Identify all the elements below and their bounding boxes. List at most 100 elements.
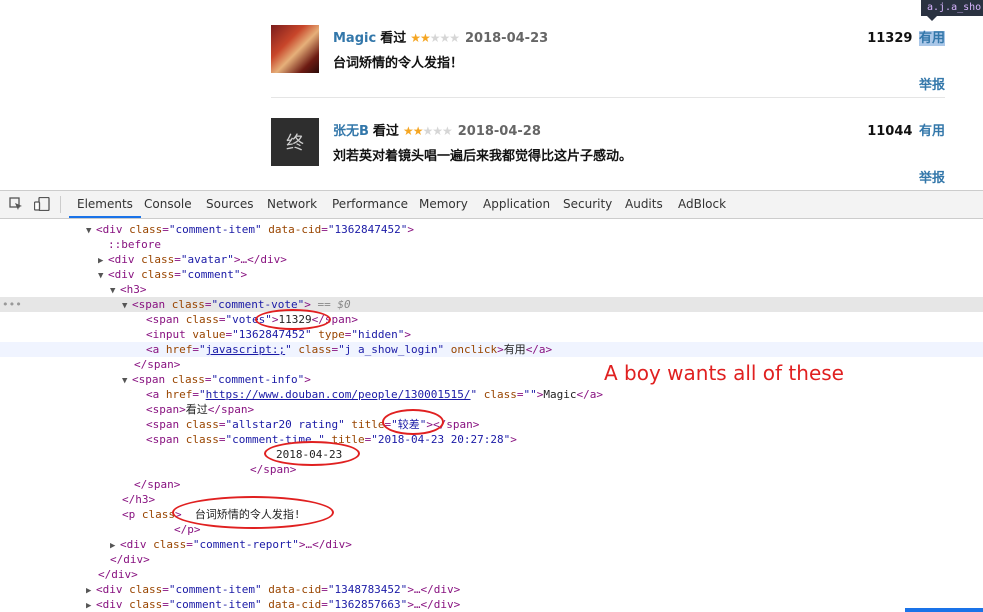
more-options-icon[interactable]: ••• xyxy=(2,297,22,312)
comment-user-link[interactable]: 张无B xyxy=(333,124,369,139)
attr-value: "comment-item" xyxy=(168,583,262,596)
avatar[interactable]: 终 xyxy=(271,118,319,166)
dom-node-a-show-login[interactable]: <a href="javascript:;" class="j a_show_l… xyxy=(0,342,983,357)
status-indicator-bar xyxy=(905,608,983,612)
pseudo-element: ::before xyxy=(108,238,161,251)
dom-node-votes[interactable]: <span class="votes">11329</span> xyxy=(0,312,983,327)
stars-filled: ★★ xyxy=(402,124,423,138)
tag-end: </div> xyxy=(110,553,150,566)
dom-node-h3[interactable]: ▼ <h3> xyxy=(0,282,983,297)
expand-triangle-icon[interactable]: ▶ xyxy=(86,599,96,612)
attr-value: "" xyxy=(523,388,537,401)
comment-info: Magic 看过 ★★★★★ 2018-04-23 xyxy=(333,27,548,46)
tab-performance[interactable]: Performance xyxy=(332,191,408,218)
comment-vote: 11044 有用 xyxy=(867,120,945,139)
dom-tree[interactable]: ▼ <div class="comment-item" data-cid="136… xyxy=(0,219,983,612)
tag-open: <div xyxy=(96,223,123,236)
attr-value: "1362847452" xyxy=(327,223,408,236)
report-link[interactable]: 举报 xyxy=(919,74,945,93)
annotation-circle-time xyxy=(264,441,360,466)
avatar-glyph: 终 xyxy=(286,133,304,154)
attr-value: "2018-04-23 20:27:28" xyxy=(371,433,511,446)
useful-button[interactable]: 有用 xyxy=(918,31,945,46)
inspect-element-icon[interactable] xyxy=(9,197,23,215)
tab-console[interactable]: Console xyxy=(144,191,192,218)
dom-node-p[interactable]: <p class> 台词矫情的令人发指! xyxy=(0,507,983,522)
tag-end: </h3> xyxy=(122,493,156,506)
dom-node-rating[interactable]: <span class="allstar20 rating" title="较差… xyxy=(0,417,983,432)
dom-node-user-link[interactable]: <a href="https://www.douban.com/people/1… xyxy=(0,387,983,402)
attr-value: "1362857663" xyxy=(327,598,408,611)
comment-time: 2018-04-23 xyxy=(465,31,549,46)
dom-node-seen-span[interactable]: <span>看过</span> xyxy=(0,402,983,417)
attr-value: "avatar" xyxy=(180,253,234,266)
href-link[interactable]: javascript:; xyxy=(206,343,285,356)
device-toolbar-icon[interactable] xyxy=(33,196,50,215)
watched-label: 看过 xyxy=(372,124,399,139)
tab-application[interactable]: Application xyxy=(483,191,550,218)
dom-node-close: </div> xyxy=(0,552,983,567)
tab-security[interactable]: Security xyxy=(563,191,612,218)
text-node: 有用 xyxy=(503,343,526,356)
attr-value: "hidden" xyxy=(351,328,405,341)
attr-name: data-cid xyxy=(268,223,322,236)
report-link[interactable]: 举报 xyxy=(919,167,945,186)
attr-value: "1362847452" xyxy=(232,328,312,341)
stars-empty: ★★★ xyxy=(422,124,452,138)
comment-info: 张无B 看过 ★★★★★ 2018-04-28 xyxy=(333,120,541,139)
tag-open: <h3> xyxy=(120,283,147,296)
tag-collapsed: >…</div> xyxy=(298,538,352,551)
tag-end: </span> xyxy=(134,358,181,371)
tab-elements[interactable]: Elements xyxy=(69,191,141,218)
tag-end: </span> xyxy=(250,463,297,476)
dom-node-input[interactable]: <input value="1362847452" type="hidden"> xyxy=(0,327,983,342)
attr-value: "comment-info" xyxy=(211,373,305,386)
comment-user-link[interactable]: Magic xyxy=(333,31,376,46)
vote-count: 11044 xyxy=(867,124,913,139)
selected-node-marker: == $0 xyxy=(317,298,351,311)
tag-close: > xyxy=(407,223,414,236)
tab-sources[interactable]: Sources xyxy=(206,191,253,218)
dom-node-close: </span> xyxy=(0,462,983,477)
devtools-panel: Elements Console Sources Network Perform… xyxy=(0,190,983,612)
comment-item: Magic 看过 ★★★★★ 2018-04-23 11329 有用 台词矫情的令人发… xyxy=(271,25,945,95)
attr-name: class xyxy=(129,223,163,236)
annotation-circle-text xyxy=(172,496,334,529)
dom-node-before[interactable]: ::before xyxy=(0,237,983,252)
tab-adblock[interactable]: AdBlock xyxy=(678,191,726,218)
useful-button[interactable]: 有用 xyxy=(919,124,945,139)
tag-end: </a> xyxy=(525,343,553,356)
attr-value: "comment-item" xyxy=(168,223,262,236)
dom-node-comment-item[interactable]: ▶ <div class="comment-item" data-cid="134… xyxy=(0,582,983,597)
text-node: 看过 xyxy=(185,403,208,416)
comment-text: 台词矫情的令人发指！ xyxy=(333,56,464,71)
tab-network[interactable]: Network xyxy=(267,191,317,218)
href-link[interactable]: https://www.douban.com/people/130001515/ xyxy=(206,388,471,401)
stars-filled: ★★ xyxy=(410,31,430,45)
watched-label: 看过 xyxy=(380,31,407,46)
dom-node-comment-item[interactable]: ▶ <div class="comment-item" data-cid="136… xyxy=(0,597,983,612)
tag-end: </span> xyxy=(134,478,181,491)
dom-node-comment-time[interactable]: <span class="comment-time " title="2018-… xyxy=(0,432,983,447)
dom-node-comment-vote-selected[interactable]: ••• ▼ <span class="comment-vote"> == $0 xyxy=(0,297,983,312)
vote-count: 11329 xyxy=(867,31,913,46)
dom-node-comment[interactable]: ▼ <div class="comment"> xyxy=(0,267,983,282)
stars-empty: ★★★ xyxy=(429,31,460,45)
comment-text: 刘若英对着镜头唱一遍后来我都觉得比这片子感动。 xyxy=(333,149,633,164)
dom-node-comment-report[interactable]: ▶ <div class="comment-report">…</div> xyxy=(0,537,983,552)
attr-value: "j a_show_login" xyxy=(338,343,445,356)
text-node: Magic xyxy=(543,388,577,401)
tab-memory[interactable]: Memory xyxy=(419,191,468,218)
dom-node-close: </h3> xyxy=(0,492,983,507)
avatar[interactable] xyxy=(271,25,319,73)
comment-time: 2018-04-28 xyxy=(457,124,541,139)
tag-end: </a> xyxy=(576,388,604,401)
dom-node-avatar[interactable]: ▶ <div class="avatar">…</div> xyxy=(0,252,983,267)
toolbar-divider xyxy=(60,196,61,213)
attr-name: onclick xyxy=(450,343,498,356)
dom-text-time[interactable]: 2018-04-23 xyxy=(0,447,983,462)
tab-audits[interactable]: Audits xyxy=(625,191,663,218)
dom-node-comment-item[interactable]: ▼ <div class="comment-item" data-cid="136… xyxy=(0,222,983,237)
attr-value: "comment-report" xyxy=(192,538,299,551)
attr-value: "comment" xyxy=(180,268,241,281)
